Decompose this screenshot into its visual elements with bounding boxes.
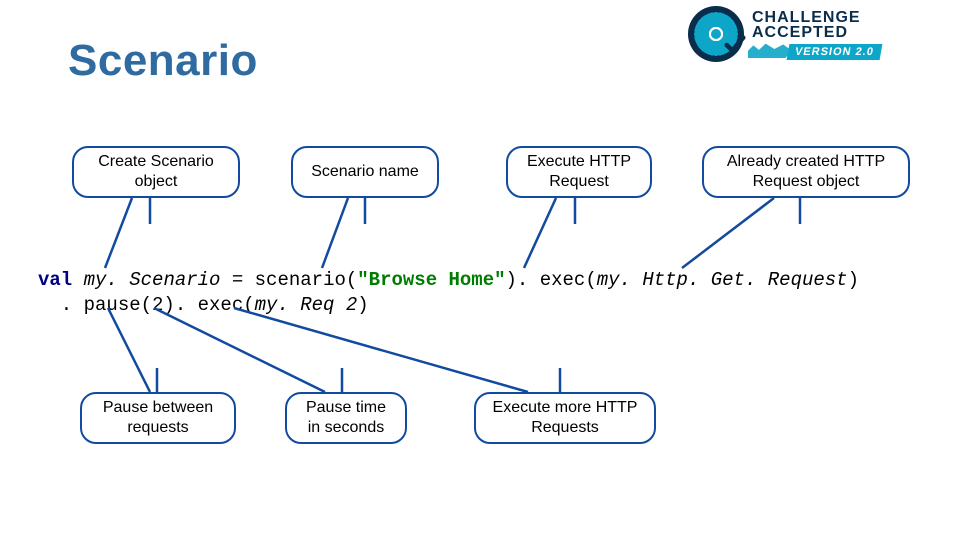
callout-pause-time: Pause timein seconds xyxy=(285,392,407,444)
code-line2a: . pause(2). exec( xyxy=(38,294,255,316)
code-var3: my. Req 2 xyxy=(255,294,358,316)
logo-text: CHALLENGE ACCEPTED xyxy=(752,10,861,40)
callout-pause-between: Pause betweenrequests xyxy=(80,392,236,444)
code-var1: my. Scenario xyxy=(84,269,221,291)
code-kw: val xyxy=(38,269,72,291)
logo-line1: CHALLENGE xyxy=(752,10,861,25)
logo-paint-icon xyxy=(748,40,792,58)
code-eq: = scenario( xyxy=(220,269,357,291)
logo: CHALLENGE ACCEPTED VERSION 2.0 xyxy=(688,6,948,66)
code-str: "Browse Home" xyxy=(357,269,505,291)
logo-line2: ACCEPTED xyxy=(752,25,861,40)
code-rest1b: ) xyxy=(848,269,859,291)
slide-title: Scenario xyxy=(68,36,258,86)
callout-already-created: Already created HTTPRequest object xyxy=(702,146,910,198)
code-rest1: ). exec( xyxy=(506,269,597,291)
logo-check-icon xyxy=(724,34,746,56)
code-var2: my. Http. Get. Request xyxy=(597,269,848,291)
logo-version: VERSION 2.0 xyxy=(787,44,883,60)
callout-execute-http: Execute HTTPRequest xyxy=(506,146,652,198)
code-block: val my. Scenario = scenario("Browse Home… xyxy=(38,268,859,317)
slide: Scenario CHALLENGE ACCEPTED VERSION 2.0 … xyxy=(0,0,960,540)
callout-scenario-name: Scenario name xyxy=(291,146,439,198)
code-line2b: ) xyxy=(357,294,368,316)
callout-create-scenario: Create Scenarioobject xyxy=(72,146,240,198)
callout-execute-more: Execute more HTTPRequests xyxy=(474,392,656,444)
